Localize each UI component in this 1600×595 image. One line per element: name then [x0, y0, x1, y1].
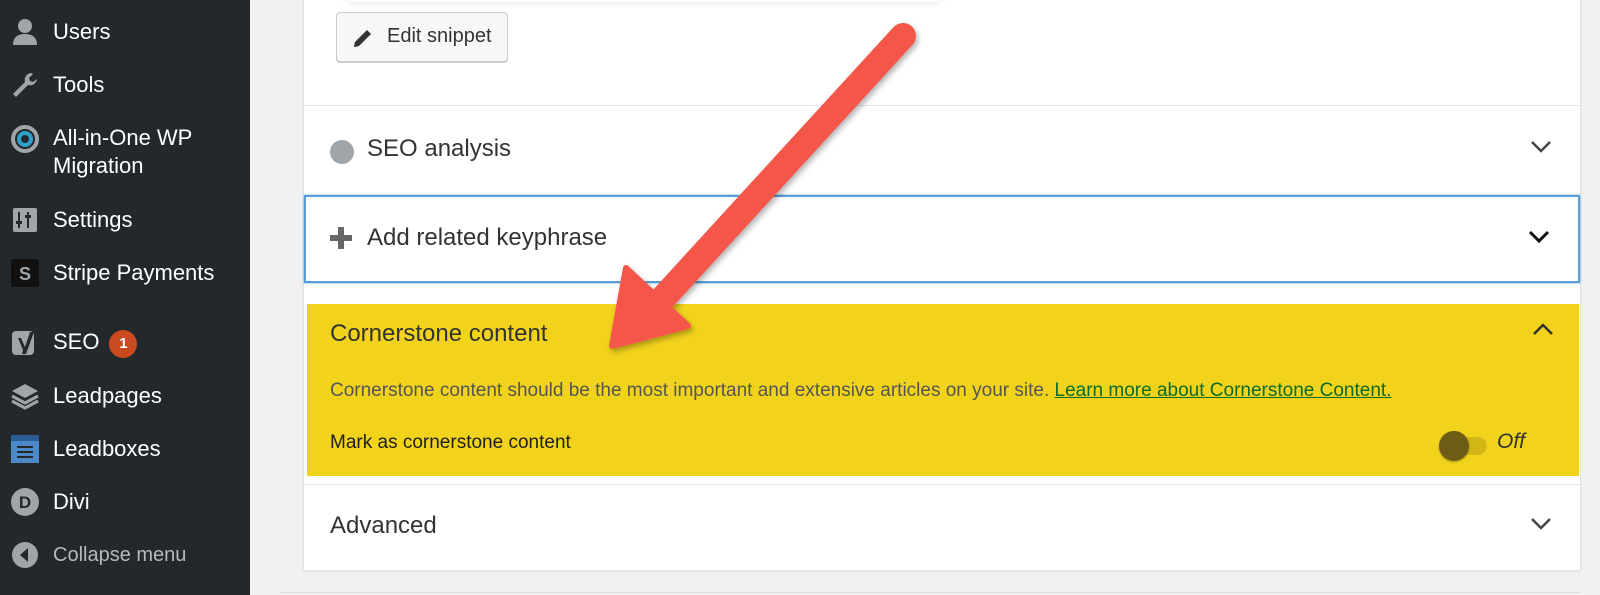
plus-icon — [330, 227, 352, 254]
pencil-icon — [351, 26, 375, 55]
svg-text:S: S — [19, 264, 31, 284]
collapse-menu-button[interactable]: Collapse menu — [0, 540, 250, 570]
snippet-preview-edge — [344, 0, 944, 2]
leadboxes-icon — [10, 434, 40, 464]
svg-text:D: D — [19, 493, 31, 512]
migration-icon — [10, 124, 40, 154]
chevron-down-icon — [1530, 140, 1552, 159]
sidebar-item-label: Stripe Payments — [53, 260, 215, 285]
sidebar-item-label: SEO 1 — [53, 328, 138, 358]
divider — [280, 592, 1580, 593]
description-text: Cornerstone content should be the most i… — [330, 380, 1055, 401]
sidebar-item-label: Users — [53, 19, 111, 44]
section-title: SEO analysis — [367, 135, 512, 162]
seo-analysis-section[interactable]: SEO analysis — [304, 105, 1580, 193]
yoast-seo-metabox: Edit snippet SEO analysis Add related ke… — [303, 0, 1581, 571]
seo-label: SEO — [53, 329, 100, 355]
sidebar-item-label: Settings — [53, 207, 133, 232]
admin-sidebar: Users Tools All-in-One WP Migration Sett… — [0, 0, 250, 595]
sidebar-item-leadboxes[interactable]: Leadboxes — [0, 434, 250, 464]
divi-icon: D — [10, 487, 40, 517]
cornerstone-toggle[interactable] — [1439, 431, 1487, 461]
mark-cornerstone-label: Mark as cornerstone content — [330, 432, 571, 453]
edit-snippet-label: Edit snippet — [387, 25, 492, 47]
sidebar-item-label: Divi — [53, 489, 90, 514]
wrench-icon — [10, 70, 40, 100]
sidebar-item-tools[interactable]: Tools — [0, 70, 250, 100]
layers-icon — [10, 381, 40, 411]
seo-score-indicator — [330, 140, 354, 164]
sidebar-item-seo[interactable]: SEO 1 — [0, 328, 250, 358]
main-content: Edit snippet SEO analysis Add related ke… — [250, 0, 1600, 595]
settings-icon — [10, 205, 40, 235]
sidebar-item-label: Collapse menu — [53, 544, 187, 566]
sidebar-item-label: All-in-One WP — [53, 125, 193, 150]
sidebar-item-label: Tools — [53, 72, 105, 97]
add-related-keyphrase-section[interactable]: Add related keyphrase — [304, 195, 1580, 283]
sidebar-item-settings[interactable]: Settings — [0, 205, 250, 235]
sidebar-item-label-line2: Migration — [53, 153, 144, 178]
collapse-icon — [10, 540, 40, 570]
chevron-down-icon — [1528, 230, 1550, 249]
sidebar-item-migration[interactable]: All-in-One WP Migration — [0, 124, 250, 184]
notification-badge: 1 — [109, 329, 138, 358]
sidebar-item-stripe-payments[interactable]: S Stripe Payments — [0, 258, 250, 288]
learn-more-link[interactable]: Learn more about Cornerstone Content. — [1055, 380, 1392, 401]
yoast-icon — [10, 328, 40, 358]
sidebar-item-users[interactable]: Users — [0, 17, 250, 47]
sidebar-item-leadpages[interactable]: Leadpages — [0, 381, 250, 411]
section-title: Cornerstone content — [330, 320, 548, 347]
stripe-icon: S — [10, 258, 40, 288]
user-icon — [10, 17, 40, 47]
sidebar-item-divi[interactable]: D Divi — [0, 487, 250, 517]
edit-snippet-button[interactable]: Edit snippet — [336, 12, 508, 62]
cornerstone-content-section: Cornerstone content Cornerstone content … — [307, 304, 1579, 476]
advanced-section[interactable]: Advanced — [304, 484, 1580, 570]
chevron-up-icon[interactable] — [1532, 322, 1554, 341]
sidebar-item-label: Leadpages — [53, 383, 162, 408]
cornerstone-description: Cornerstone content should be the most i… — [330, 380, 1391, 402]
chevron-down-icon — [1530, 517, 1552, 536]
toggle-state-label: Off — [1497, 430, 1526, 453]
sidebar-item-label: Leadboxes — [53, 436, 161, 461]
section-title: Add related keyphrase — [367, 224, 608, 251]
toggle-knob — [1439, 431, 1469, 461]
section-title: Advanced — [330, 512, 437, 539]
